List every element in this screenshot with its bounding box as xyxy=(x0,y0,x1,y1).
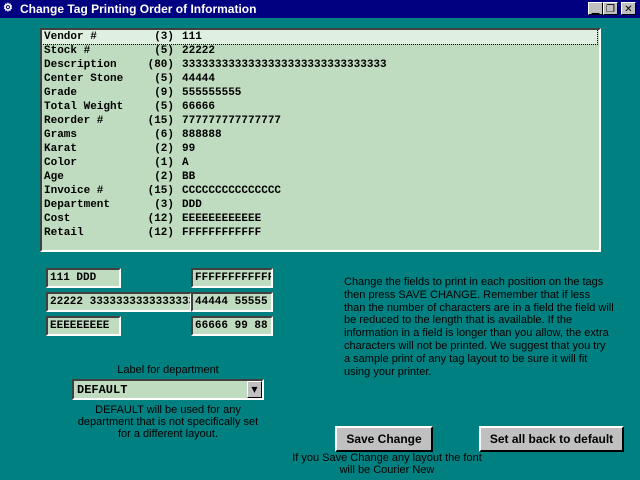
list-item[interactable]: Reorder # (15) 777777777777777 xyxy=(42,114,597,128)
font-note: If you Save Change any layout the font w… xyxy=(292,452,482,476)
field-length: (15) xyxy=(147,185,174,197)
field-length: (5) xyxy=(154,45,174,57)
field-value: BB xyxy=(182,171,196,183)
list-item[interactable]: Grade (9) 555555555 xyxy=(42,86,597,100)
minimize-icon: ▁ xyxy=(591,4,600,15)
list-item[interactable]: Color (1) A xyxy=(42,156,597,170)
field-value: CCCCCCCCCCCCCCC xyxy=(182,185,282,197)
field-length: (2) xyxy=(154,143,174,155)
field-value: 555555555 xyxy=(182,87,242,99)
field-name: Grade xyxy=(44,87,78,99)
list-item[interactable]: Stock # (5) 22222 xyxy=(42,44,597,58)
department-label: Label for department xyxy=(117,364,219,376)
restore-icon: ❐ xyxy=(606,4,615,15)
instructions-text: Change the fields to print in each posit… xyxy=(344,276,614,378)
field-name: Vendor # xyxy=(44,31,97,43)
default-note: DEFAULT will be used for any department … xyxy=(77,404,259,440)
field-value: FFFFFFFFFFFF xyxy=(182,227,262,239)
field-name: Karat xyxy=(44,143,78,155)
restore-button[interactable]: ❐ xyxy=(603,2,618,15)
close-icon: ✕ xyxy=(624,4,633,15)
list-item[interactable]: Retail (12) FFFFFFFFFFFF xyxy=(42,226,597,240)
list-item[interactable]: Total Weight (5) 66666 xyxy=(42,100,597,114)
field-name: Stock # xyxy=(44,45,91,57)
field-length: (12) xyxy=(147,213,174,225)
tag-row3-left-field[interactable]: EEEEEEEEE xyxy=(46,316,121,336)
close-button[interactable]: ✕ xyxy=(621,2,636,15)
list-item[interactable]: Description (80) 3333333333333333333333333… xyxy=(42,58,597,72)
field-list[interactable]: Vendor # (3) 111 Stock # (5) 22222 Descripti… xyxy=(40,28,601,252)
chevron-down-icon: ▼ xyxy=(251,385,258,394)
list-item[interactable]: Vendor # (3) 111 xyxy=(42,30,598,45)
field-name: Age xyxy=(44,171,64,183)
field-name: Color xyxy=(44,157,78,169)
save-change-button[interactable]: Save Change xyxy=(335,426,433,452)
list-item[interactable]: Center Stone (5) 44444 xyxy=(42,72,597,86)
field-name: Cost xyxy=(44,213,71,225)
field-value: A xyxy=(182,157,189,169)
window-title: Change Tag Printing Order of Information xyxy=(20,2,257,16)
field-name: Reorder # xyxy=(44,115,104,127)
field-value: 66666 xyxy=(182,101,216,113)
field-value: DDD xyxy=(182,199,202,211)
field-value: 777777777777777 xyxy=(182,115,282,127)
dropdown-arrow-button[interactable]: ▼ xyxy=(247,381,262,398)
tag-row2-right-field[interactable]: 44444 55555 xyxy=(191,292,273,312)
field-value: 888888 xyxy=(182,129,222,141)
field-length: (3) xyxy=(154,31,174,43)
title-bar[interactable]: ⚙ Change Tag Printing Order of Informati… xyxy=(0,0,640,18)
field-length: (2) xyxy=(154,171,174,183)
list-item[interactable]: Department (3) DDD xyxy=(42,198,597,212)
tag-row3-right-field[interactable]: 66666 99 88 xyxy=(191,316,273,336)
department-dropdown[interactable]: DEFAULT ▼ xyxy=(72,379,264,400)
list-item[interactable]: Grams (6) 888888 xyxy=(42,128,597,142)
field-value: 111 xyxy=(182,31,202,43)
field-value: 99 xyxy=(182,143,196,155)
app-icon[interactable]: ⚙ xyxy=(3,2,16,15)
set-default-button[interactable]: Set all back to default xyxy=(479,426,624,452)
field-name: Description xyxy=(44,59,117,71)
field-length: (5) xyxy=(154,101,174,113)
field-length: (80) xyxy=(147,59,174,71)
field-name: Invoice # xyxy=(44,185,104,197)
list-item[interactable]: Cost (12) EEEEEEEEEEEE xyxy=(42,212,597,226)
field-length: (1) xyxy=(154,157,174,169)
field-length: (9) xyxy=(154,87,174,99)
field-name: Department xyxy=(44,199,111,211)
tag-row2-left-field[interactable]: 22222 3333333333333333 xyxy=(46,292,192,312)
field-name: Retail xyxy=(44,227,84,239)
field-value: 44444 xyxy=(182,73,216,85)
tag-row1-left-field[interactable]: 111 DDD xyxy=(46,268,121,288)
list-item[interactable]: Age (2) BB xyxy=(42,170,597,184)
tag-row1-right-field[interactable]: FFFFFFFFFFFF xyxy=(191,268,273,288)
field-value: EEEEEEEEEEEE xyxy=(182,213,262,225)
field-length: (12) xyxy=(147,227,174,239)
field-value: 22222 xyxy=(182,45,216,57)
list-item[interactable]: Invoice # (15) CCCCCCCCCCCCCCC xyxy=(42,184,597,198)
field-length: (3) xyxy=(154,199,174,211)
field-length: (5) xyxy=(154,73,174,85)
minimize-button[interactable]: ▁ xyxy=(588,2,603,15)
field-value: 3333333333333333333333333333333 xyxy=(182,59,387,71)
list-item[interactable]: Karat (2) 99 xyxy=(42,142,597,156)
department-selected-value: DEFAULT xyxy=(77,383,128,397)
field-length: (6) xyxy=(154,129,174,141)
field-name: Grams xyxy=(44,129,78,141)
field-length: (15) xyxy=(147,115,174,127)
